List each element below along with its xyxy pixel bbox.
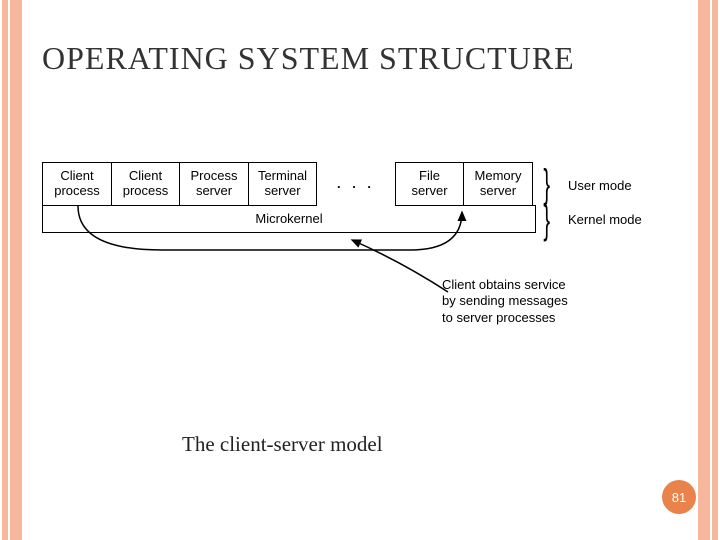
decor-stripe-right	[696, 0, 720, 540]
decor-stripe-left	[0, 0, 24, 540]
page-number-badge: 81	[662, 480, 696, 514]
box-terminal-server: Terminalserver	[248, 162, 318, 206]
annotation-client-obtains: Client obtains service by sending messag…	[442, 277, 572, 326]
box-microkernel: Microkernel	[42, 205, 536, 233]
label-kernel-mode: Kernel mode	[568, 212, 642, 227]
label-user-mode: User mode	[568, 178, 632, 193]
slide-caption: The client-server model	[182, 432, 383, 457]
box-process-server: Processserver	[179, 162, 249, 206]
box-client-process-1: Clientprocess	[42, 162, 112, 206]
box-ellipsis: . . .	[316, 162, 396, 206]
slide-content: OPERATING SYSTEM STRUCTURE Clientprocess…	[24, 0, 696, 540]
box-client-process-2: Clientprocess	[111, 162, 181, 206]
page-title: OPERATING SYSTEM STRUCTURE	[42, 40, 575, 77]
box-memory-server: Memoryserver	[463, 162, 533, 206]
box-file-server: Fileserver	[395, 162, 465, 206]
client-server-diagram: Clientprocess Clientprocess Processserve…	[42, 162, 682, 233]
